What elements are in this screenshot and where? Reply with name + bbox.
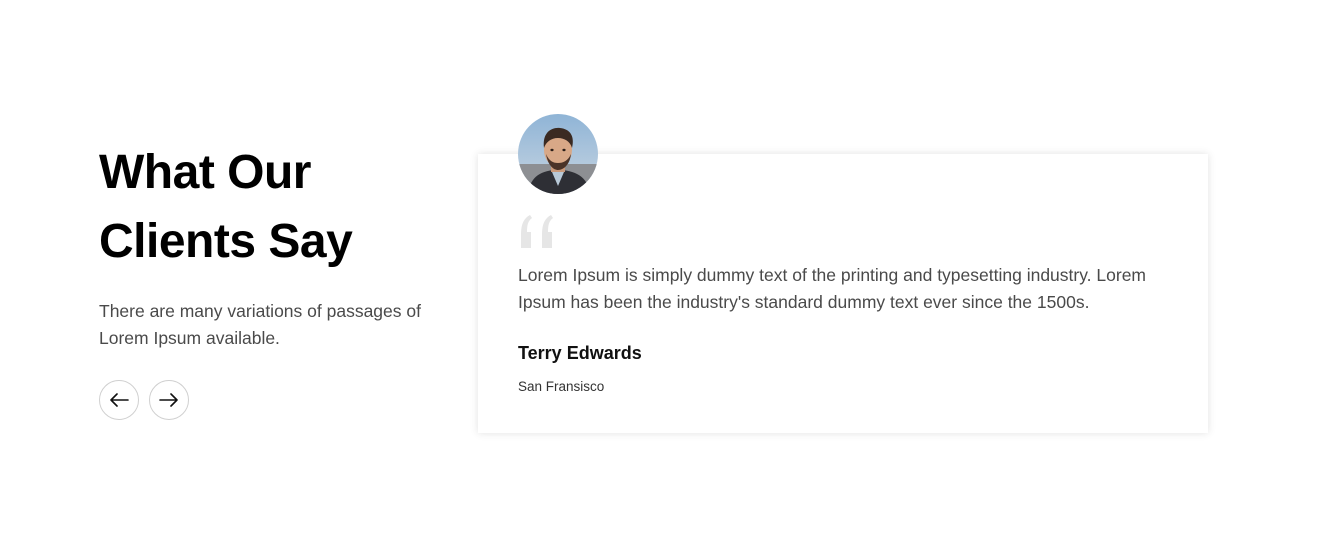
arrow-left-icon [109, 393, 129, 407]
arrow-right-icon [159, 393, 179, 407]
client-avatar [518, 114, 598, 194]
section-subtext: There are many variations of passages of… [99, 301, 421, 348]
testimonial-card: Lorem Ipsum is simply dummy text of the … [478, 154, 1208, 433]
client-location: San Fransisco [518, 379, 605, 394]
next-button[interactable] [149, 380, 189, 420]
testimonial-text: Lorem Ipsum is simply dummy text of the … [518, 265, 1147, 312]
carousel-navigation [99, 380, 189, 420]
heading-line-2: Clients Say [99, 215, 353, 268]
section-intro: What Our Clients Say There are many vari… [99, 138, 439, 352]
client-name: Terry Edwards [518, 343, 642, 363]
section-heading: What Our Clients Say [99, 138, 439, 276]
previous-button[interactable] [99, 380, 139, 420]
testimonials-section: What Our Clients Say There are many vari… [0, 0, 1338, 534]
heading-line-1: What Our [99, 146, 311, 199]
quote-icon [518, 212, 558, 252]
